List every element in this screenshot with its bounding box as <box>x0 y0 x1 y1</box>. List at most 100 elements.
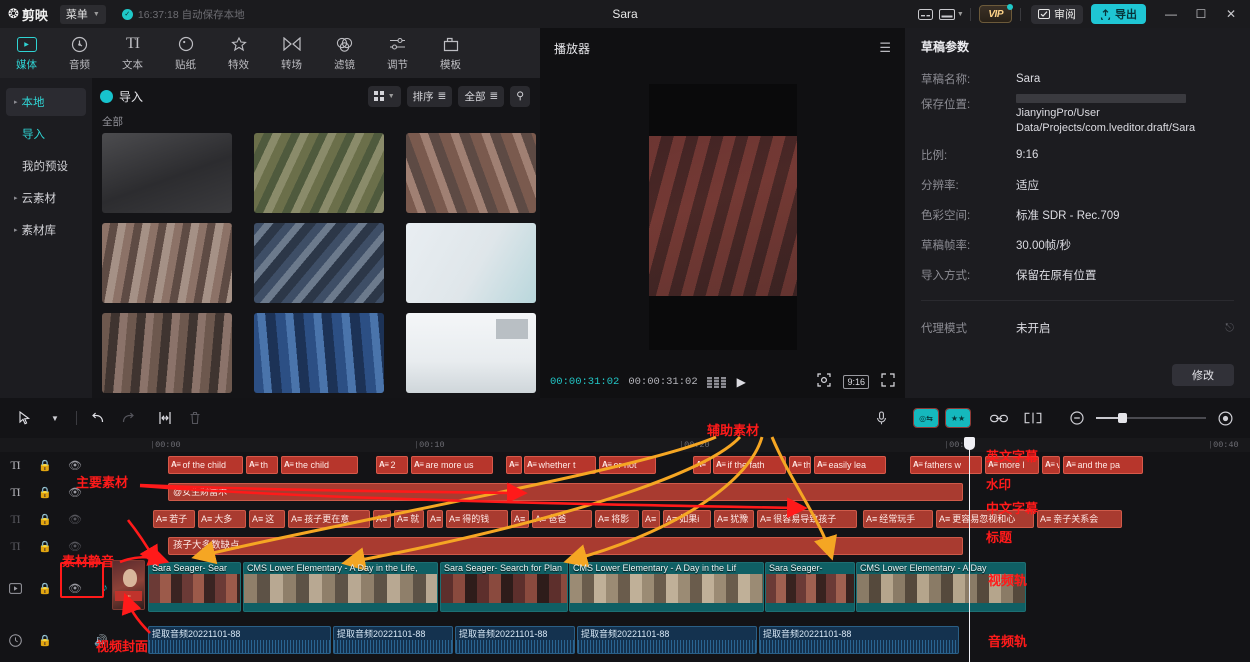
title-clip[interactable]: 孩子大多数缺点 <box>168 537 963 555</box>
caption-icon[interactable] <box>912 0 938 28</box>
zh-subtitle-clip[interactable]: A≡大多 <box>198 510 246 528</box>
eye-icon[interactable]: 👁 <box>60 459 90 472</box>
zh-subtitle-clip[interactable]: A≡若子 <box>153 510 195 528</box>
aspect-ratio-badge[interactable]: 9:16 <box>843 375 869 389</box>
timeline-ruler[interactable]: 00:00 00:10 00:20 00:30 00:40 <box>0 438 1250 452</box>
en-subtitle-clip[interactable]: A≡ <box>693 456 711 474</box>
mirror-icon[interactable]: ◎⇆ <box>914 409 938 427</box>
param-row-resolution[interactable]: 分辨率: 适应 <box>905 170 1250 200</box>
split-icon[interactable] <box>143 398 173 438</box>
lock-icon[interactable]: 🔒 <box>30 634 60 647</box>
video-clip[interactable]: CMS Lower Elementary - A Day in the Lif <box>569 562 764 612</box>
en-subtitle-clip[interactable]: A≡fathers w <box>910 456 982 474</box>
lock-icon[interactable]: 🔒 <box>30 540 60 553</box>
param-row-framerate[interactable]: 草稿帧率: 30.00帧/秒 <box>905 230 1250 260</box>
sidebar-item-cloud-assets[interactable]: ▸ 云素材 <box>6 184 86 212</box>
zh-subtitle-clip[interactable]: A≡孩子更在意 <box>288 510 370 528</box>
sidebar-item-my-presets[interactable]: 我的预设 <box>6 152 86 180</box>
tab-adjust[interactable]: 调节 <box>371 28 424 78</box>
tab-audio[interactable]: 音频 <box>53 28 106 78</box>
media-thumb[interactable] <box>102 223 232 303</box>
track-lane[interactable]: @女生财富术 <box>148 479 1250 505</box>
media-thumb[interactable] <box>406 133 536 213</box>
en-subtitle-clip[interactable]: A≡and the pa <box>1063 456 1143 474</box>
en-subtitle-clip[interactable]: A≡the child <box>281 456 358 474</box>
zh-subtitle-clip[interactable]: A≡这 <box>249 510 285 528</box>
tab-media[interactable]: 媒体 <box>0 28 53 78</box>
track-lane[interactable]: A≡of the childA≡thA≡the childA≡2A≡are mo… <box>148 452 1250 478</box>
zh-subtitle-clip[interactable]: A≡得的钱 <box>446 510 508 528</box>
en-subtitle-clip[interactable]: A≡th <box>246 456 278 474</box>
en-subtitle-clip[interactable]: A≡whether t <box>524 456 596 474</box>
video-clip[interactable]: Sara Seager- Search for Plan <box>440 562 568 612</box>
undo-icon[interactable] <box>83 398 113 438</box>
audio-clip[interactable]: 提取音频20221101-88 <box>148 626 331 654</box>
sidebar-item-import[interactable]: 导入 <box>6 120 86 148</box>
param-row-colorspace[interactable]: 色彩空间: 标准 SDR - Rec.709 <box>905 200 1250 230</box>
grid-view-toggle[interactable]: ▼ <box>368 86 401 107</box>
en-subtitle-clip[interactable]: A≡of the child <box>168 456 243 474</box>
close-icon[interactable]: ✕ <box>1216 0 1246 28</box>
playhead[interactable] <box>969 438 970 662</box>
media-thumb[interactable] <box>254 313 384 393</box>
tab-transition[interactable]: 转场 <box>265 28 318 78</box>
menu-button[interactable]: 菜单 ▼ <box>60 5 106 24</box>
video-clip[interactable]: Sara Seager- Sear <box>148 562 241 612</box>
tab-sticker[interactable]: 贴纸 <box>159 28 212 78</box>
lock-icon[interactable]: 🔒 <box>30 513 60 526</box>
zh-subtitle-clip[interactable]: A≡经常玩手 <box>863 510 933 528</box>
sidebar-item-asset-library[interactable]: ▸ 素材库 <box>6 216 86 244</box>
zh-subtitle-clip[interactable]: A≡犹豫 <box>714 510 754 528</box>
audio-clip[interactable]: 提取音频20221101-88 <box>455 626 575 654</box>
fit-screen-icon[interactable] <box>817 373 831 392</box>
en-subtitle-clip[interactable]: A≡or not <box>599 456 656 474</box>
tab-filter[interactable]: 滤镜 <box>318 28 371 78</box>
zh-subtitle-clip[interactable]: A≡亲子关系会 <box>1037 510 1122 528</box>
watermark-clip[interactable]: @女生财富术 <box>168 483 963 501</box>
tab-text[interactable]: TI 文本 <box>106 28 159 78</box>
hamburger-icon[interactable]: ☰ <box>879 40 891 56</box>
track-lane[interactable]: Sara Seager- SearCMS Lower Elementary - … <box>148 560 1250 616</box>
media-thumb[interactable] <box>406 313 536 393</box>
video-clip[interactable]: CMS Lower Elementary - A Day in the Life… <box>243 562 438 612</box>
vip-badge[interactable]: VIP <box>979 5 1012 23</box>
eye-icon[interactable]: 👁 <box>60 513 90 526</box>
chevron-down-icon[interactable]: ▼ <box>40 398 70 438</box>
select-arrow-icon[interactable] <box>10 398 40 438</box>
sort-button[interactable]: 排序 ≣ <box>407 86 453 107</box>
maximize-icon[interactable]: ☐ <box>1186 0 1216 28</box>
param-row-import-mode[interactable]: 导入方式: 保留在原有位置 <box>905 260 1250 290</box>
player-stage[interactable] <box>540 68 905 366</box>
keyboard-icon[interactable]: ▼ <box>938 0 964 28</box>
audio-clip[interactable]: 提取音频20221101-88 <box>577 626 757 654</box>
timeline-zoom-slider[interactable] <box>1096 417 1206 419</box>
slider-knob[interactable] <box>1118 413 1127 423</box>
zh-subtitle-clip[interactable]: A≡爸爸 <box>532 510 592 528</box>
filter-button[interactable]: 全部 ≣ <box>458 86 504 107</box>
tab-effects[interactable]: 特效 <box>212 28 265 78</box>
sidebar-item-local[interactable]: ▸ 本地 <box>6 88 86 116</box>
en-subtitle-clip[interactable]: A≡th <box>789 456 811 474</box>
video-clip[interactable]: Sara Seager- <box>765 562 855 612</box>
zh-subtitle-clip[interactable]: A≡将影 <box>595 510 639 528</box>
help-circle-icon[interactable]: ⎋ <box>1225 322 1234 335</box>
track-lane[interactable]: 提取音频20221101-88提取音频20221101-88提取音频202211… <box>148 624 1250 656</box>
zh-subtitle-clip[interactable]: A≡如果i <box>663 510 711 528</box>
import-button[interactable]: 导入 <box>100 88 143 105</box>
playhead-handle[interactable] <box>964 437 975 450</box>
zh-subtitle-clip[interactable]: A≡ <box>373 510 391 528</box>
frame-step-icon[interactable] <box>707 377 726 388</box>
lock-icon[interactable]: 🔒 <box>30 459 60 472</box>
link-icon[interactable] <box>984 398 1014 438</box>
play-icon[interactable]: ▶ <box>737 375 746 389</box>
media-thumb[interactable] <box>102 133 232 213</box>
microphone-icon[interactable] <box>866 398 896 438</box>
zoom-out-icon[interactable] <box>1062 398 1092 438</box>
zh-subtitle-clip[interactable]: A≡很容易导致孩子 <box>757 510 857 528</box>
modify-button[interactable]: 修改 <box>1172 364 1234 386</box>
track-lane[interactable]: A≡若子A≡大多A≡这A≡孩子更在意A≡A≡就A≡A≡得的钱A≡A≡爸爸A≡将影… <box>148 506 1250 532</box>
zh-subtitle-clip[interactable]: A≡ <box>511 510 529 528</box>
adsorb-icon[interactable]: ★★ <box>946 409 970 427</box>
media-thumb[interactable] <box>254 133 384 213</box>
en-subtitle-clip[interactable]: A≡are more us <box>411 456 493 474</box>
